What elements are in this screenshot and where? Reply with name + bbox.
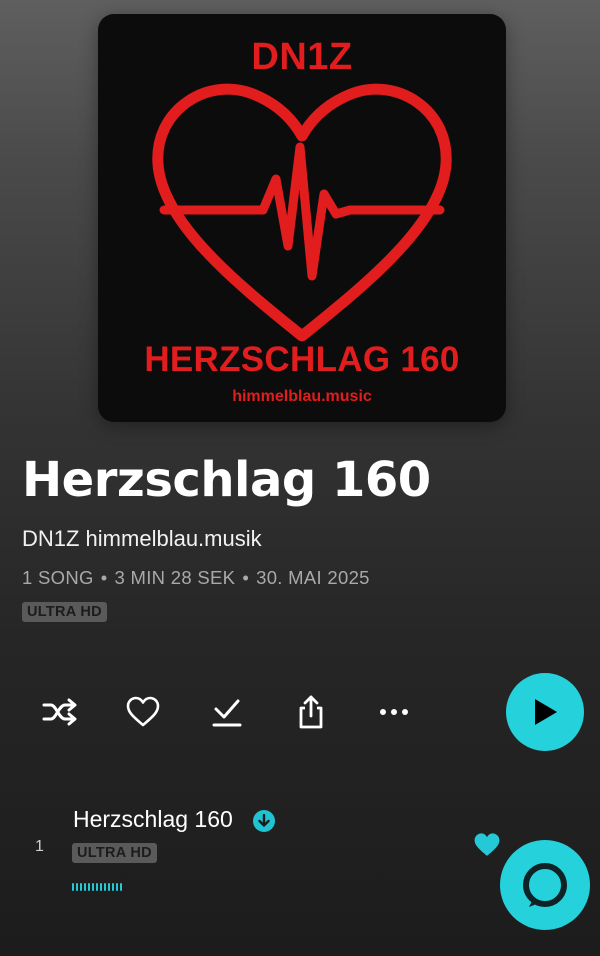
play-icon [535, 699, 557, 725]
download-button[interactable] [205, 690, 249, 734]
equalizer-icon [72, 883, 122, 891]
alexa-icon [523, 863, 567, 907]
shuffle-icon [42, 698, 77, 726]
play-button[interactable] [506, 673, 584, 751]
more-options-button[interactable] [372, 690, 416, 734]
track-quality-badge: ULTRA HD [72, 843, 157, 863]
meta-separator: • [100, 567, 108, 588]
quality-badge: ULTRA HD [22, 602, 107, 622]
album-cover: DN1Z HERZSCHLAG 160 himmelblau.music [98, 14, 506, 422]
share-icon [299, 695, 323, 729]
album-duration: 3 MIN 28 SEK [114, 567, 236, 588]
release-date: 30. MAI 2025 [256, 567, 370, 588]
album-artist[interactable]: DN1Z himmelblau.musik [22, 526, 262, 552]
cover-url-text: himmelblau.music [232, 388, 372, 405]
share-button[interactable] [289, 690, 333, 734]
cover-artist-text: DN1Z [251, 36, 353, 78]
heart-outline-icon [126, 696, 160, 727]
track-favorite-button[interactable] [473, 832, 501, 863]
meta-separator: • [242, 567, 250, 588]
favorite-button[interactable] [121, 690, 165, 734]
shuffle-button[interactable] [38, 690, 82, 734]
alexa-button[interactable] [500, 840, 590, 930]
download-icon [212, 699, 242, 727]
downloaded-icon [253, 810, 275, 832]
more-icon [380, 709, 408, 715]
song-count: 1 SONG [22, 567, 94, 588]
track-number: 1 [35, 838, 44, 855]
album-title: Herzschlag 160 [22, 452, 431, 508]
track-title[interactable]: Herzschlag 160 [73, 806, 233, 833]
album-meta: 1 SONG • 3 MIN 28 SEK • 30. MAI 2025 [22, 567, 370, 589]
cover-title-text: HERZSCHLAG 160 [144, 340, 460, 379]
heart-filled-icon [474, 833, 500, 856]
